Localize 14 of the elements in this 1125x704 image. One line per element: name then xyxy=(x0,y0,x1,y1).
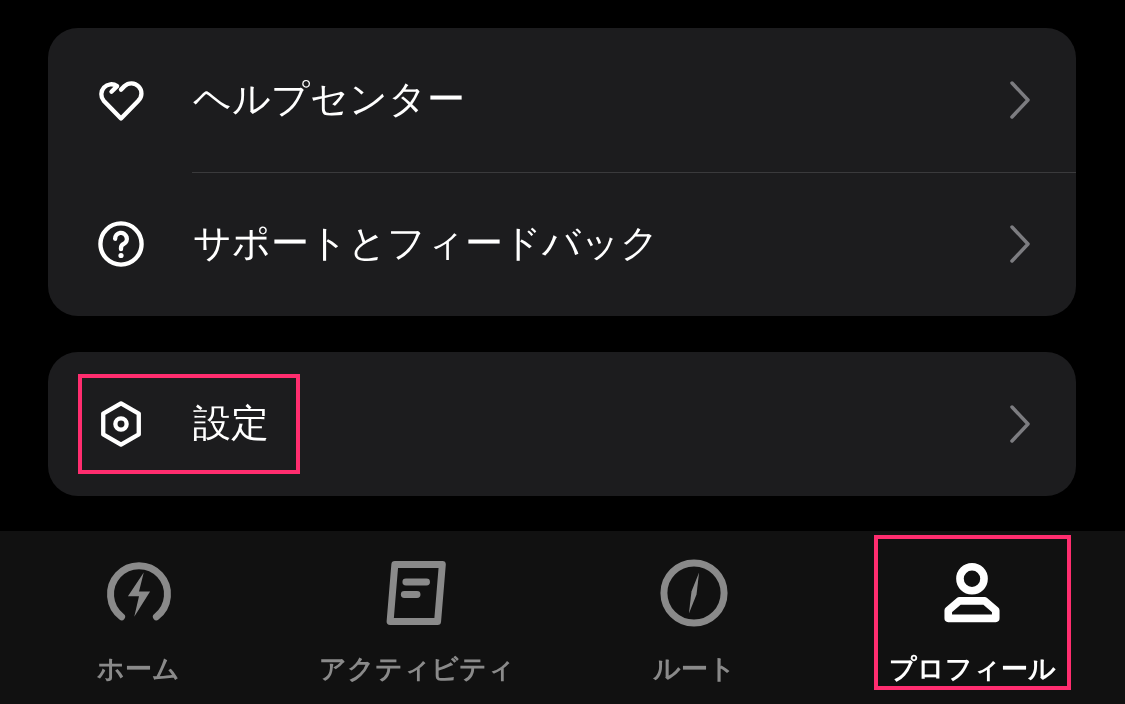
menu-item[interactable]: ヘルプセンター xyxy=(48,28,1076,172)
tab-button[interactable]: プロフィール xyxy=(873,535,1071,690)
menu-item[interactable]: サポートとフィードバック xyxy=(48,172,1076,316)
chevron-icon xyxy=(1008,224,1032,264)
tab-button[interactable]: ルート xyxy=(595,535,793,690)
question-icon xyxy=(95,218,147,270)
chevron-icon xyxy=(1008,404,1032,444)
menu-label: ヘルプセンター xyxy=(193,77,465,123)
menu-label: サポートとフィードバック xyxy=(193,221,659,267)
menu-label: 設定 xyxy=(193,401,269,447)
tab-button[interactable]: ホーム xyxy=(40,535,238,690)
tab-button[interactable]: アクティビティ xyxy=(318,535,516,690)
menu-item[interactable]: 設定 xyxy=(48,352,1076,496)
chevron-icon xyxy=(1008,80,1032,120)
